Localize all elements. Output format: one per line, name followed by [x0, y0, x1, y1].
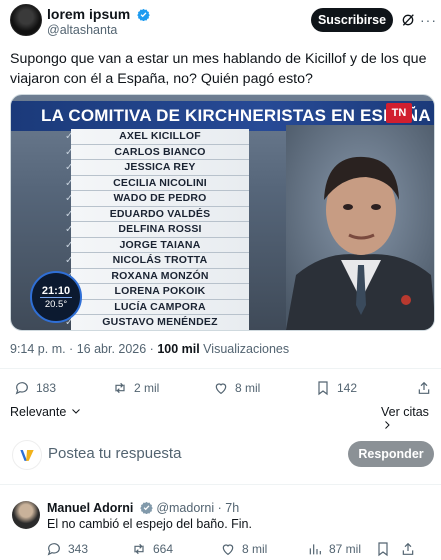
- list-item: CARLOS BIANCO: [71, 144, 249, 160]
- sort-relevant-label: Relevante: [10, 405, 67, 419]
- person-photo: [286, 125, 434, 330]
- verified-badge-icon: [137, 8, 150, 21]
- tweet-timestamp[interactable]: 9:14 p. m. · 16 abr. 2026 ·: [10, 342, 157, 356]
- list-item: AXEL KICILLOF: [71, 129, 249, 145]
- reply-like-action[interactable]: 8 mil: [220, 541, 267, 557]
- repost-icon: [134, 543, 144, 555]
- bookmark-action[interactable]: 142: [315, 380, 357, 396]
- view-count: 100 mil: [157, 342, 200, 356]
- list-item: LUCÍA CAMPORA: [71, 299, 249, 315]
- list-item: LORENA POKOIK: [71, 284, 249, 300]
- sort-relevant-dropdown[interactable]: Relevante: [10, 405, 82, 419]
- list-item: NICOLÁS TROTTA: [71, 253, 249, 269]
- tweet-text: Supongo que van a estar un mes hablando …: [10, 51, 427, 87]
- chevron-down-icon: [71, 409, 80, 414]
- analytics-icon: [309, 544, 321, 555]
- view-quotes-label: Ver citas: [381, 405, 429, 419]
- reply-icon: [15, 382, 28, 395]
- tweet-actions: 183 2 mil 8 mil 142: [0, 380, 441, 400]
- like-count: 8 mil: [235, 381, 261, 395]
- list-item: EDUARDO VALDÉS: [71, 206, 249, 222]
- reply-icon: [47, 543, 60, 556]
- grok-icon[interactable]: [400, 12, 416, 28]
- divider: [0, 484, 441, 485]
- list-item: DELFINA ROSSI: [71, 222, 249, 238]
- reply-author-row[interactable]: Manuel Adorni @madorni · 7h: [47, 501, 239, 515]
- tn-logo: TN: [386, 103, 412, 123]
- reply-input[interactable]: Postea tu respuesta: [48, 445, 181, 462]
- divider: [0, 368, 441, 369]
- reply-repost-action[interactable]: 664: [131, 541, 173, 557]
- reply-share-action[interactable]: [400, 541, 416, 557]
- clock-badge: 21:10 20.5°: [30, 271, 82, 323]
- tweet-media-image[interactable]: LA COMITIVA DE KIRCHNERISTAS EN ESPAÑA T…: [10, 94, 435, 331]
- media-banner-text: LA COMITIVA DE KIRCHNERISTAS EN ESPAÑA: [41, 106, 431, 125]
- reply-count: 183: [36, 381, 57, 395]
- author-name[interactable]: lorem ipsum: [47, 6, 130, 22]
- bookmark-icon: [318, 381, 328, 396]
- list-item: JORGE TAIANA: [71, 237, 249, 253]
- reply-author-avatar[interactable]: [12, 501, 40, 529]
- subscribe-button[interactable]: Suscribirse: [311, 8, 393, 32]
- heart-icon: [215, 383, 227, 395]
- bookmark-icon: [378, 542, 388, 557]
- reply-reply-action[interactable]: 343: [46, 541, 88, 557]
- repost-icon: [115, 382, 125, 394]
- heart-icon: [222, 544, 234, 556]
- list-item: ROXANA MONZÓN: [71, 268, 249, 284]
- share-icon: [418, 381, 430, 394]
- reply-like-count: 8 mil: [242, 542, 268, 556]
- clock-time: 21:10: [39, 284, 73, 298]
- verified-badge-icon: [140, 501, 153, 514]
- author-handle[interactable]: @altashanta: [47, 23, 117, 37]
- reply-action[interactable]: 183: [14, 380, 56, 396]
- repost-count: 2 mil: [134, 381, 160, 395]
- more-options-icon[interactable]: ···: [420, 12, 438, 28]
- list-item: CECILIA NICOLINI: [71, 175, 249, 191]
- chevron-right-icon: [385, 421, 390, 429]
- names-list: AXEL KICILLOF CARLOS BIANCO JESSICA REY CEC…: [71, 129, 249, 330]
- reply-handle-time[interactable]: @madorni · 7h: [156, 501, 239, 515]
- repost-action[interactable]: 2 mil: [112, 380, 159, 396]
- tweet-meta: 9:14 p. m. · 16 abr. 2026 · 100 mil Visu…: [10, 342, 289, 356]
- composer-avatar[interactable]: [12, 440, 42, 470]
- list-item: JESSICA REY: [71, 160, 249, 176]
- bookmark-count: 142: [337, 381, 358, 395]
- share-action[interactable]: [416, 380, 432, 396]
- reply-repost-count: 664: [153, 542, 174, 556]
- author-avatar[interactable]: [10, 4, 42, 36]
- list-item: WADO DE PEDRO: [71, 191, 249, 207]
- like-action[interactable]: 8 mil: [213, 380, 260, 396]
- views-label: Visualizaciones: [199, 342, 290, 356]
- reply-author-name[interactable]: Manuel Adorni: [47, 501, 133, 515]
- reply-button[interactable]: Responder: [348, 441, 434, 467]
- user-logo-icon: [20, 450, 34, 461]
- clock-temperature: 20.5°: [44, 298, 68, 310]
- view-quotes-link[interactable]: Ver citas: [381, 405, 441, 433]
- reply-views-count: 87 mil: [329, 542, 362, 556]
- reply-reply-count: 343: [68, 542, 89, 556]
- reply-bookmark-action[interactable]: [375, 541, 391, 557]
- author-name-row[interactable]: lorem ipsum: [47, 6, 150, 22]
- reply-actions: 343 664 8 mil 87 mil: [0, 541, 441, 557]
- share-icon: [402, 542, 414, 555]
- reply-views-action[interactable]: 87 mil: [307, 541, 361, 557]
- list-item: GUSTAVO MENÉNDEZ: [71, 315, 249, 330]
- reply-text: El no cambió el espejo del baño. Fin.: [47, 517, 252, 531]
